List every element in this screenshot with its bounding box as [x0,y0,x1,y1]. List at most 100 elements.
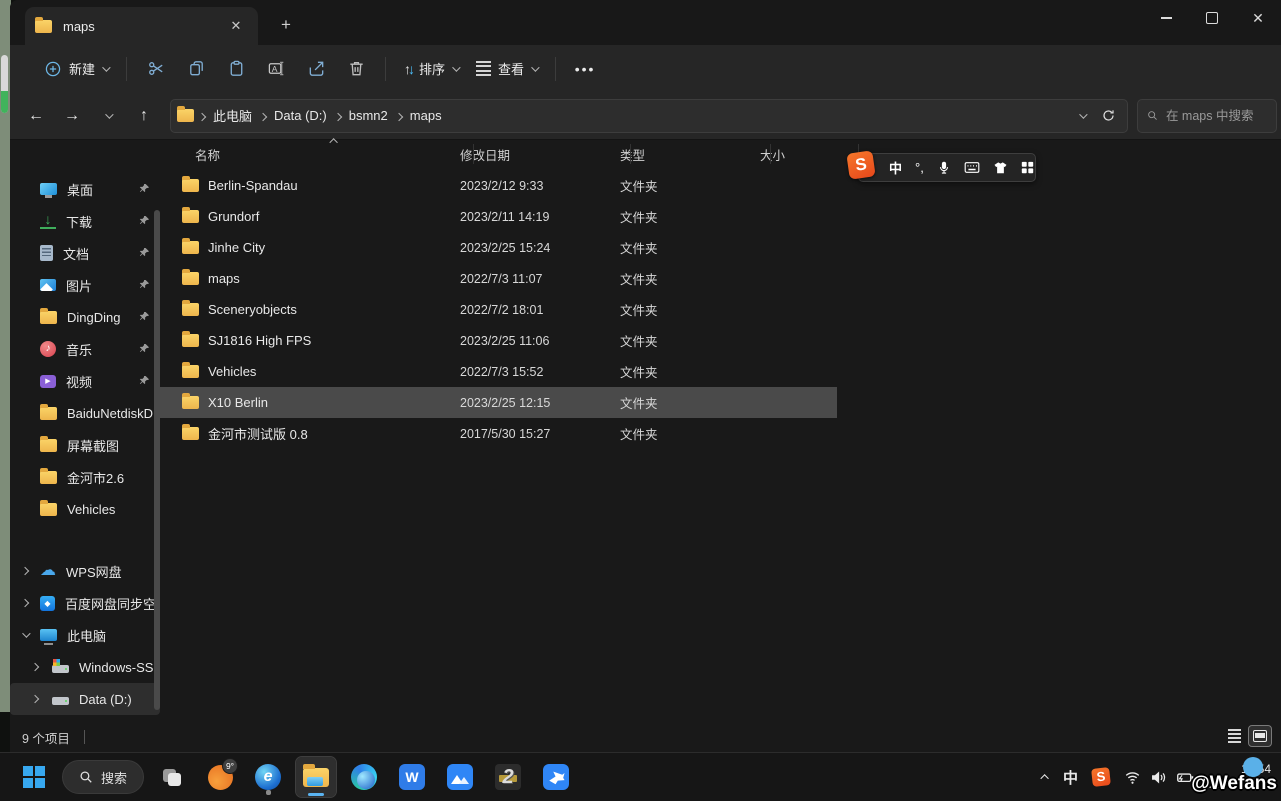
folder-icon [40,407,57,420]
breadcrumb[interactable]: 此电脑 Data (D:) bsmn2 maps [170,99,1128,133]
file-row[interactable]: SJ1816 High FPS 2023/2/25 11:06 文件夹 [160,325,1281,356]
sidebar-item-documents[interactable]: 文档 [10,237,160,269]
sidebar-item-wps-cloud[interactable]: ☁ WPS网盘 [10,555,160,587]
sidebar-item-music[interactable]: ♪ 音乐 [10,333,160,365]
sidebar-item-downloads[interactable]: ↓ 下载 [10,205,160,237]
file-row[interactable]: Sceneryobjects 2022/7/2 18:01 文件夹 [160,294,1281,325]
plus-circle-icon [44,60,62,78]
ime-mic-icon[interactable] [937,160,951,175]
sidebar-item-windows-ssd[interactable]: Windows-SSD [10,651,160,683]
sidebar-item-baidu-sync[interactable]: ◆ 百度网盘同步空 [10,587,160,619]
minimize-button[interactable] [1143,0,1189,36]
column-header-name[interactable]: 名称 [160,145,460,164]
paste-button[interactable] [216,52,256,86]
collapse-chevron-icon[interactable] [22,629,30,637]
file-explorer-button[interactable] [296,757,336,797]
file-row[interactable]: Grundorf 2023/2/11 14:19 文件夹 [160,201,1281,232]
recent-locations-button[interactable] [92,101,124,131]
ime-toolbox-icon[interactable] [1021,161,1034,174]
file-row[interactable]: Vehicles 2022/7/3 15:52 文件夹 [160,356,1281,387]
ime-skin-icon[interactable] [993,161,1008,175]
sidebar-item-vehicles[interactable]: Vehicles [10,493,160,525]
browser-e-app-button[interactable]: e [248,757,288,797]
rename-button[interactable]: A [256,52,296,86]
expand-chevron-icon[interactable] [21,599,29,607]
folder-icon [182,365,199,378]
ime-punctuation[interactable]: °, [915,160,924,175]
search-input[interactable] [1166,109,1267,123]
sogou-logo-icon[interactable]: S [846,150,875,179]
folder-icon [182,272,199,285]
ime-keyboard-icon[interactable] [964,161,980,174]
view-button[interactable]: 查看 [467,53,546,84]
sidebar-item-dingding[interactable]: DingDing [10,301,160,333]
search-box[interactable] [1137,99,1277,133]
file-row[interactable]: 金河市测试版 0.8 2017/5/30 15:27 文件夹 [160,418,1281,449]
sogou-tray-icon[interactable]: S [1091,767,1111,787]
see-more-button[interactable]: ••• [565,52,605,86]
wps-office-button[interactable]: W [392,757,432,797]
start-button[interactable] [14,757,54,797]
new-tab-button[interactable]: + [272,12,300,38]
sidebar-item-this-pc[interactable]: 此电脑 [10,619,160,651]
delete-button[interactable] [336,52,376,86]
task-view-button[interactable] [152,757,192,797]
explorer-tab-maps[interactable]: maps ✕ [25,7,258,45]
column-header-size[interactable]: 大小 [760,145,840,164]
details-view-button[interactable] [1223,726,1245,746]
sort-button[interactable]: ↑↓ 排序 [395,53,467,84]
omsi2-button[interactable]: 2 [488,757,528,797]
address-dropdown-button[interactable] [1069,103,1095,129]
cut-button[interactable] [136,52,176,86]
expand-chevron-icon[interactable] [31,695,39,703]
bird-app-button[interactable] [536,757,576,797]
file-row-selected[interactable]: X10 Berlin 2023/2/25 12:15 文件夹 [160,387,837,418]
sidebar-item-screenshots[interactable]: 屏幕截图 [10,429,160,461]
sidebar-item-jinhe26[interactable]: 金河市2.6 [10,461,160,493]
new-button[interactable]: 新建 [35,53,117,84]
share-button[interactable] [296,52,336,86]
pin-icon [139,183,150,194]
close-button[interactable]: ✕ [1235,0,1281,36]
expand-chevron-icon[interactable] [31,663,39,671]
up-button[interactable]: ↑ [128,101,160,131]
sidebar-item-desktop[interactable]: 桌面 [10,173,160,205]
sort-button-label: 排序 [419,59,445,78]
expand-chevron-icon[interactable] [21,567,29,575]
folder-icon [182,334,199,347]
widgets-weather-button[interactable]: 9° [200,757,240,797]
ime-chinese-mode[interactable]: 中 [889,158,902,177]
back-button[interactable]: ← [20,101,52,131]
file-row[interactable]: maps 2022/7/3 11:07 文件夹 [160,263,1281,294]
file-row[interactable]: Jinhe City 2023/2/25 15:24 文件夹 [160,232,1281,263]
refresh-button[interactable] [1095,103,1121,129]
sidebar-item-data-d[interactable]: Data (D:) [10,683,160,715]
breadcrumb-bsmn2[interactable]: bsmn2 [342,104,395,127]
hidden-icons-chevron[interactable] [1043,774,1049,780]
breadcrumb-data-d[interactable]: Data (D:) [267,104,334,127]
wifi-icon[interactable] [1124,770,1141,785]
breadcrumb-maps[interactable]: maps [403,104,449,127]
ime-mode-indicator[interactable]: 中 [1063,767,1078,788]
mountains-app-button[interactable] [440,757,480,797]
sidebar-item-baidunetdisk[interactable]: BaiduNetdiskD [10,397,160,429]
file-row[interactable]: Berlin-Spandau 2023/2/12 9:33 文件夹 [160,170,1281,201]
forward-button[interactable]: → [56,101,88,131]
breadcrumb-this-pc[interactable]: 此电脑 [206,102,259,129]
column-header-date[interactable]: 修改日期 [460,145,620,164]
view-toggles [1223,726,1271,746]
ellipsis-icon: ••• [575,61,596,77]
folder-icon [35,20,52,33]
edge-button[interactable] [344,757,384,797]
tab-close-icon[interactable]: ✕ [224,14,248,38]
volume-icon[interactable] [1150,770,1167,785]
large-icons-view-button[interactable] [1249,726,1271,746]
maximize-button[interactable] [1189,0,1235,36]
taskbar-search[interactable]: 搜索 [62,760,144,794]
sidebar-item-pictures[interactable]: 图片 [10,269,160,301]
column-header-type[interactable]: 类型 [620,145,760,164]
sidebar-item-videos[interactable]: ▶ 视频 [10,365,160,397]
share-icon [307,59,326,78]
sogou-ime-toolbar[interactable]: S 中 °, [858,153,1036,182]
copy-button[interactable] [176,52,216,86]
